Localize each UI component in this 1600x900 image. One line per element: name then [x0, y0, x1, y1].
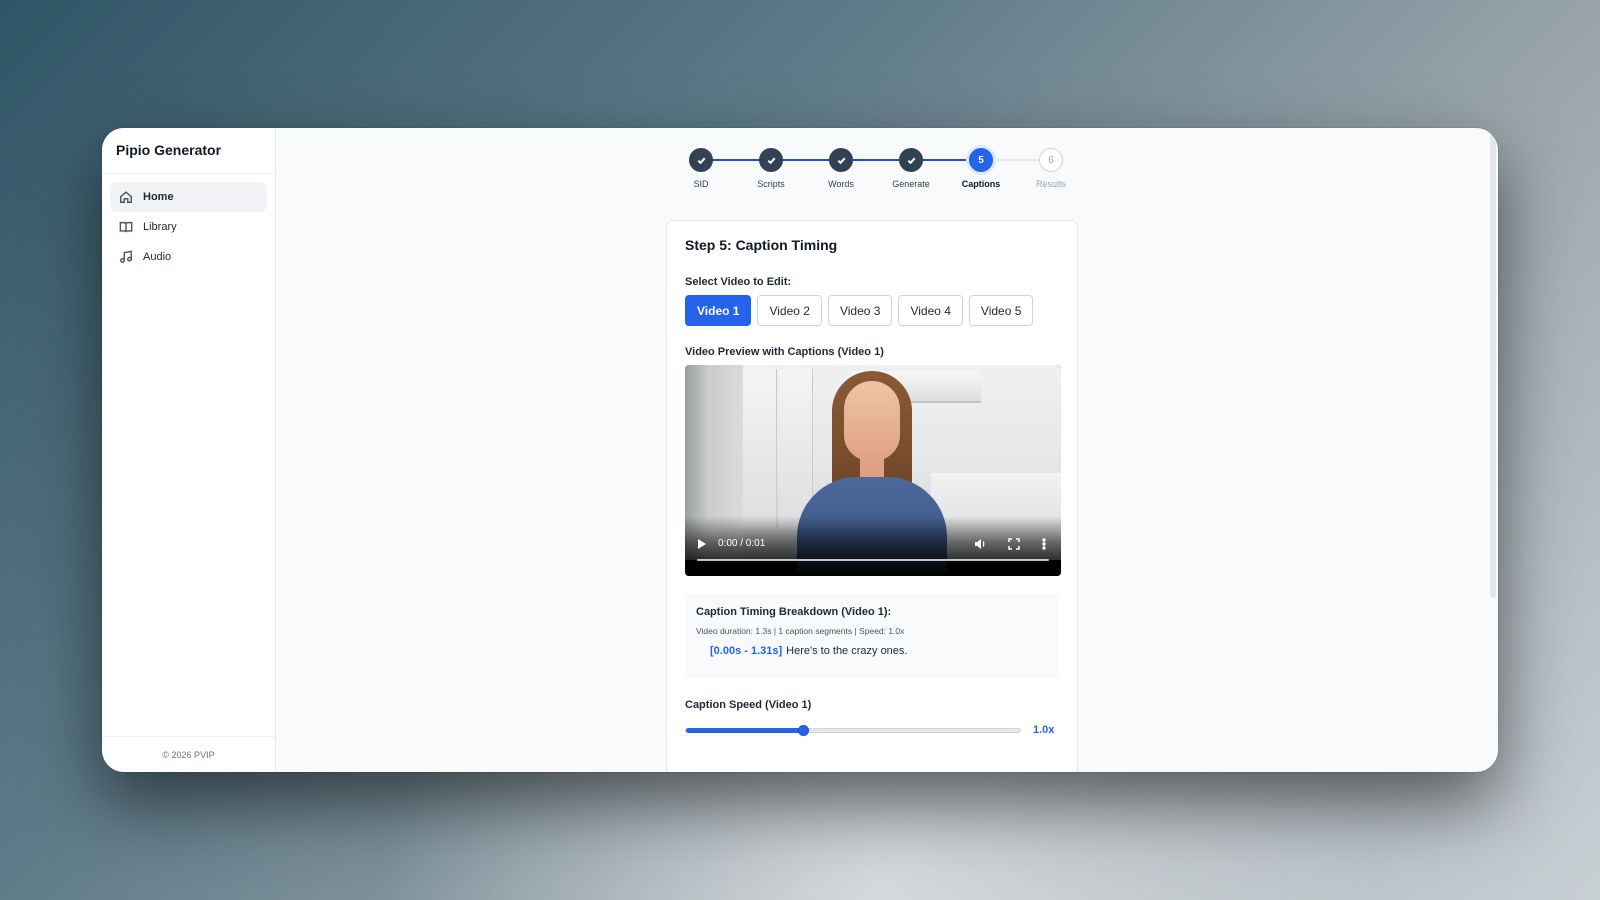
step-label: Words: [828, 179, 854, 189]
main-content: SID Scripts Words Generate 5 Captions 6 …: [276, 128, 1498, 772]
presenter-face: [844, 381, 900, 461]
step-circle: [899, 148, 923, 172]
step-words[interactable]: Words: [811, 148, 871, 189]
video-player[interactable]: 0:00 / 0:01: [685, 365, 1061, 576]
stepper: SID Scripts Words Generate 5 Captions 6 …: [689, 148, 1073, 192]
preview-label: Video Preview with Captions (Video 1): [685, 346, 884, 358]
volume-icon[interactable]: [973, 537, 987, 551]
select-video-label: Select Video to Edit:: [685, 276, 792, 288]
app-title: Pipio Generator: [102, 128, 275, 174]
segment-text: Here's to the crazy ones.: [786, 645, 908, 657]
caption-speed-control: 1.0x: [685, 724, 1059, 736]
more-options-icon[interactable]: [1037, 537, 1051, 551]
music-icon: [120, 250, 132, 263]
video-tab-4[interactable]: Video 4: [898, 295, 963, 326]
check-icon: [697, 157, 705, 164]
step-generate[interactable]: Generate: [881, 148, 941, 189]
slider-thumb[interactable]: [797, 724, 809, 736]
book-icon: [119, 221, 133, 233]
segment-time: [0.00s - 1.31s]: [710, 645, 783, 657]
breakdown-meta: Video duration: 1.3s | 1 caption segment…: [696, 626, 905, 636]
step-label: Generate: [892, 179, 930, 189]
step-sid[interactable]: SID: [671, 148, 731, 189]
caption-breakdown: Caption Timing Breakdown (Video 1): Vide…: [685, 594, 1059, 678]
step-number: 5: [969, 148, 993, 172]
fullscreen-icon[interactable]: [1007, 537, 1021, 551]
caption-speed-value: 1.0x: [1033, 724, 1055, 736]
video-time: 0:00 / 0:01: [718, 538, 766, 549]
video-scene-panel: [743, 369, 777, 529]
step-circle: [829, 148, 853, 172]
step-circle: [759, 148, 783, 172]
video-tab-2[interactable]: Video 2: [757, 295, 822, 326]
sidebar-item-label: Audio: [143, 251, 172, 263]
sidebar-item-audio[interactable]: Audio: [110, 242, 267, 272]
caption-timing-card: Step 5: Caption Timing Select Video to E…: [666, 220, 1078, 772]
step-label: SID: [693, 179, 709, 189]
slider-fill: [686, 727, 803, 733]
caption-segment: [0.00s - 1.31s] Here's to the crazy ones.: [696, 645, 1048, 657]
check-icon: [907, 157, 915, 164]
sidebar-item-library[interactable]: Library: [110, 212, 267, 242]
check-icon: [767, 157, 775, 164]
video-tabs: Video 1 Video 2 Video 3 Video 4 Video 5: [685, 295, 1059, 326]
sidebar: Pipio Generator Home Library Audio © 202…: [102, 128, 276, 772]
video-tab-1[interactable]: Video 1: [685, 295, 752, 326]
sidebar-item-home[interactable]: Home: [110, 182, 267, 212]
app-window: Pipio Generator Home Library Audio © 202…: [102, 128, 1498, 772]
step-captions[interactable]: 5 Captions: [951, 148, 1011, 189]
video-progress-track[interactable]: [697, 559, 1049, 561]
caption-speed-label: Caption Speed (Video 1): [685, 699, 812, 711]
check-icon: [837, 157, 845, 164]
step-label: Results: [1035, 179, 1066, 189]
sidebar-item-label: Library: [143, 221, 177, 233]
step-label: Captions: [961, 179, 1001, 189]
step-results[interactable]: 6 Results: [1021, 148, 1081, 189]
step-label: Scripts: [757, 179, 785, 189]
sidebar-nav: Home Library Audio: [102, 174, 275, 280]
card-title: Step 5: Caption Timing: [685, 237, 838, 253]
caption-speed-slider[interactable]: [685, 724, 1021, 736]
step-scripts[interactable]: Scripts: [741, 148, 801, 189]
video-controls: 0:00 / 0:01: [685, 516, 1061, 576]
sidebar-footer: © 2026 PVIP: [102, 736, 275, 772]
video-tab-5[interactable]: Video 5: [968, 295, 1034, 326]
play-icon[interactable]: [698, 539, 706, 549]
breakdown-title: Caption Timing Breakdown (Video 1):: [696, 606, 892, 618]
step-number: 6: [1039, 148, 1063, 172]
sidebar-item-label: Home: [143, 191, 174, 203]
video-tab-3[interactable]: Video 3: [827, 295, 893, 326]
step-circle: [689, 148, 713, 172]
main-scrollbar[interactable]: [1490, 128, 1496, 598]
home-icon: [120, 191, 132, 203]
